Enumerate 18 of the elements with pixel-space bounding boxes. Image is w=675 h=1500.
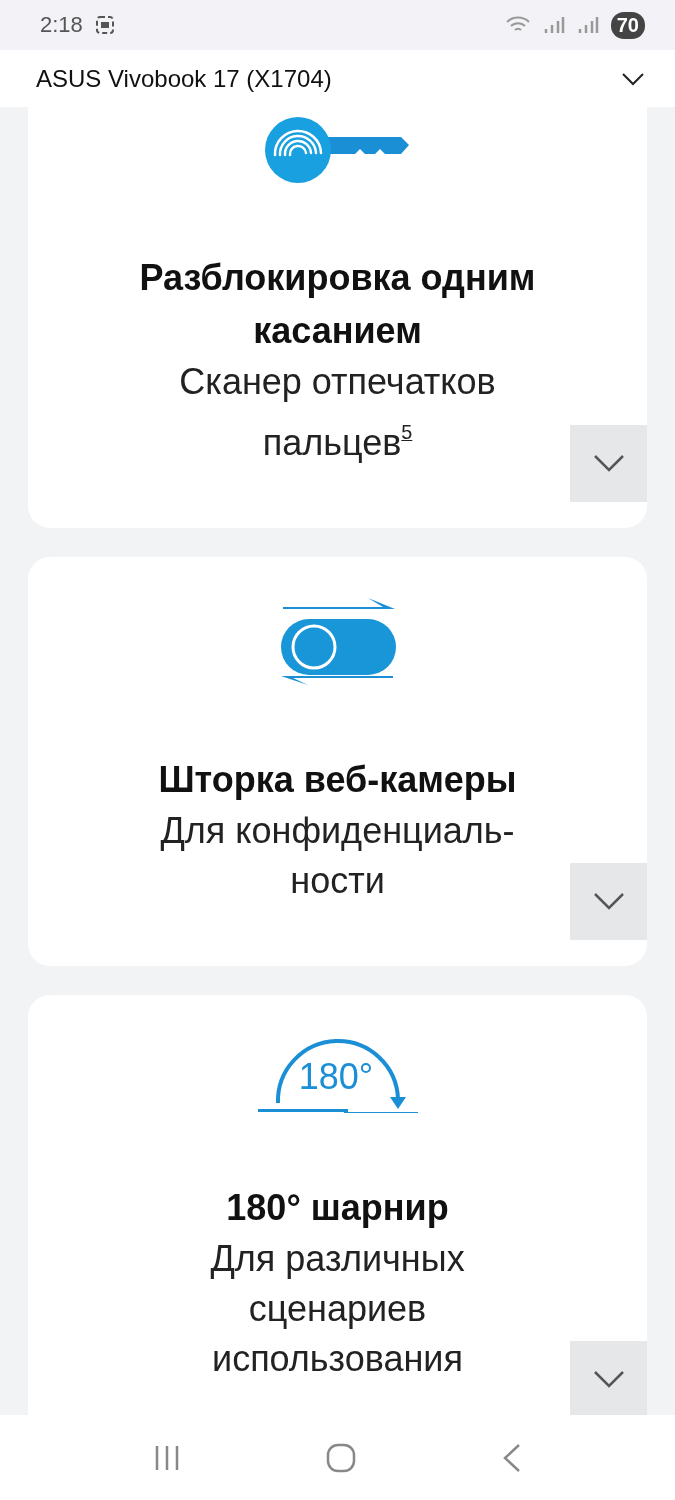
feature-title: Разблокировка одним касанием	[138, 256, 537, 353]
chevron-down-icon	[592, 1370, 625, 1389]
status-time: 2:18	[40, 12, 83, 38]
chevron-down-icon[interactable]	[621, 71, 645, 86]
signal-icon	[542, 15, 565, 35]
feature-subtitle: Для различных сценариев использования	[209, 1236, 466, 1381]
screenshot-icon	[94, 15, 115, 35]
chevron-down-icon	[592, 892, 625, 911]
product-title: ASUS Vivobook 17 (X1704)	[36, 64, 333, 93]
signal-icon	[576, 15, 599, 35]
home-icon[interactable]	[326, 1442, 357, 1473]
feature-title: Шторка веб-камеры	[158, 757, 517, 802]
fingerprint-key-icon	[264, 117, 411, 183]
feature-subtitle: Сканер отпечатков пальцев$^{5}$	[178, 360, 497, 465]
battery-level: 70	[610, 11, 645, 39]
feature-title: 180° шарнир	[226, 1185, 449, 1230]
feature-subtitle: Для конфиденциаль-ности	[159, 808, 516, 903]
chevron-down-icon	[592, 454, 625, 473]
